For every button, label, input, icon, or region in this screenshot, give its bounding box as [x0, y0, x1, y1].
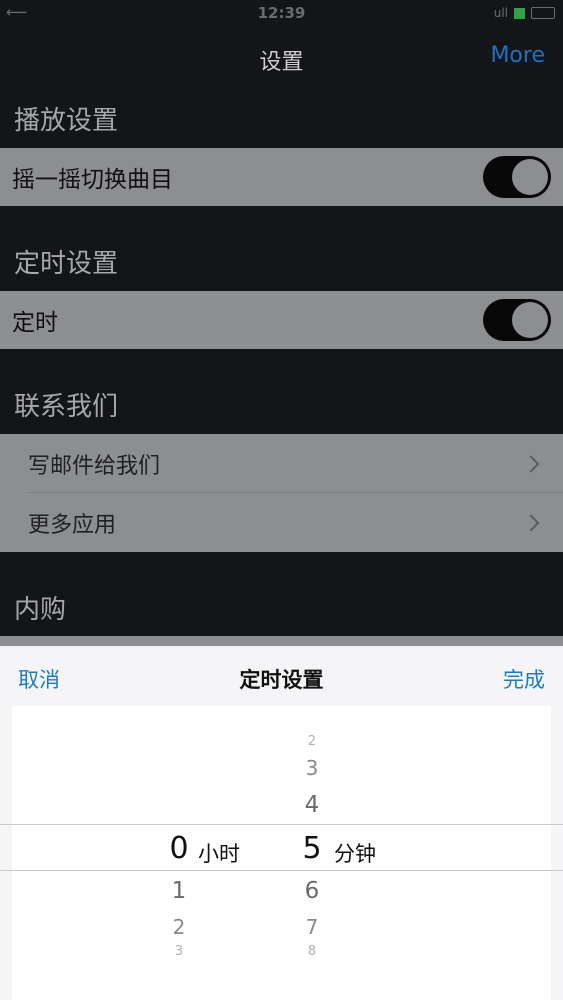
shake-switch-toggle[interactable] — [483, 156, 551, 198]
section-header-iap: 内购 — [14, 595, 67, 625]
sheet-toolbar: 取消 定时设置 完成 — [0, 646, 563, 706]
section-header-playback: 播放设置 — [14, 106, 119, 136]
toggle-knob — [512, 159, 548, 195]
picker-selection-top-line — [0, 824, 563, 825]
timer-label: 定时 — [12, 310, 58, 336]
hours-unit-label: 小时 — [198, 842, 240, 866]
minutes-option: 7 — [305, 915, 319, 939]
minutes-option: 2 — [307, 734, 317, 749]
row-timer: 定时 — [0, 291, 563, 349]
navigation-bar: 设置 More — [0, 30, 563, 86]
section-header-timer: 定时设置 — [14, 249, 119, 279]
minutes-selected: 5 — [302, 831, 322, 866]
more-apps-label: 更多应用 — [28, 512, 117, 538]
hours-selected: 0 — [169, 831, 189, 866]
picker-area — [12, 706, 551, 1000]
sheet-title: 定时设置 — [239, 668, 324, 692]
row-iap-partial — [0, 636, 563, 646]
done-button[interactable]: 完成 — [503, 664, 545, 694]
row-more-apps[interactable]: 更多应用 — [0, 493, 563, 552]
more-button[interactable]: More — [490, 43, 545, 68]
row-shake-switch-track: 摇一摇切换曲目 — [0, 148, 563, 206]
chevron-right-icon — [522, 455, 540, 472]
minutes-option: 8 — [307, 944, 317, 956]
hours-option: 1 — [171, 878, 187, 904]
page-title: 设置 — [259, 50, 304, 75]
minutes-option: 6 — [304, 878, 320, 904]
hours-option: 2 — [172, 915, 186, 939]
battery-icon — [531, 7, 555, 19]
settings-screen: ⟵ 12:39 ull 设置 More 播放设置 摇一摇切换曲目 定时设置 定时… — [0, 0, 563, 1000]
row-email-us[interactable]: 写邮件给我们 — [0, 434, 563, 493]
chevron-right-icon — [522, 514, 540, 531]
signal-icon: ull — [493, 6, 508, 20]
timer-picker-sheet: 取消 定时设置 完成 — [0, 646, 563, 1000]
status-time: 12:39 — [257, 4, 306, 22]
toggle-knob — [512, 302, 548, 338]
timer-toggle[interactable] — [483, 299, 551, 341]
status-bar: ⟵ 12:39 ull — [0, 0, 563, 28]
section-header-contact: 联系我们 — [14, 392, 119, 422]
battery-level-icon — [514, 7, 525, 19]
status-indicators: ull — [494, 6, 555, 20]
minutes-option: 4 — [304, 792, 320, 818]
shake-switch-label: 摇一摇切换曲目 — [12, 167, 173, 193]
minutes-option: 3 — [305, 756, 319, 780]
hours-option: 3 — [174, 944, 184, 956]
minutes-unit-label: 分钟 — [334, 842, 376, 866]
picker-selection-bottom-line — [0, 870, 563, 871]
email-us-label: 写邮件给我们 — [28, 453, 161, 479]
